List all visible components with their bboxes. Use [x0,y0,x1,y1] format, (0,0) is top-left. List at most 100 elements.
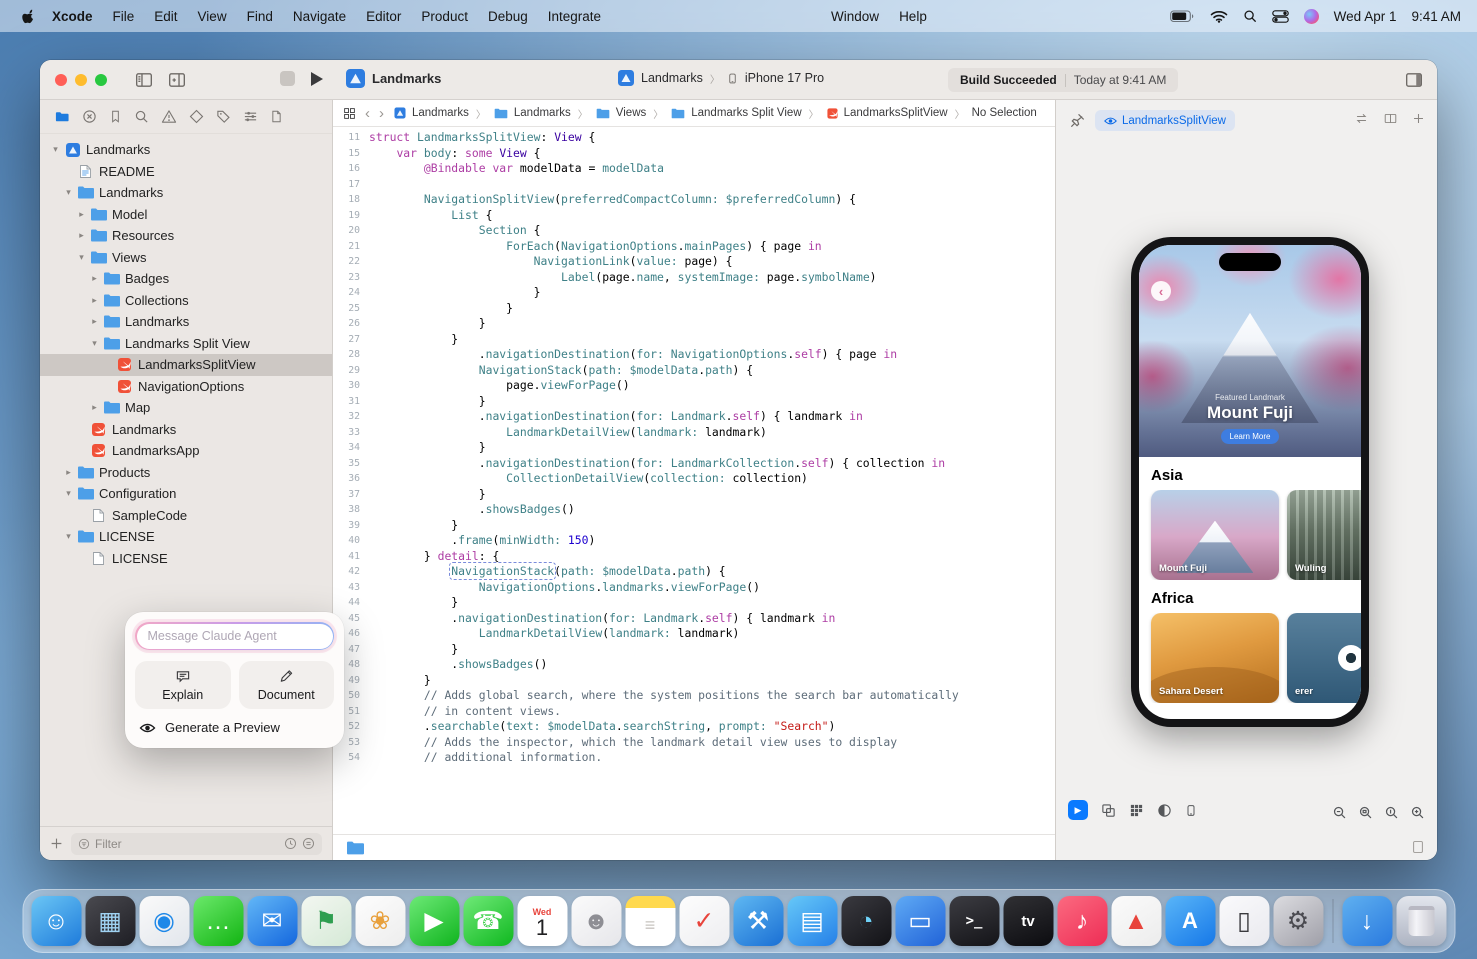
breadcrumb-item[interactable]: LandmarksSplitView [826,107,948,120]
menubar-time[interactable]: 9:41 AM [1411,9,1461,24]
live-preview-button[interactable]: ▶ [1068,800,1088,820]
menubar-date[interactable]: Wed Apr 1 [1334,9,1397,24]
code-line[interactable]: 52 .searchable(text: $modelData.searchSt… [333,719,1055,735]
code-line[interactable]: 18 NavigationSplitView(preferredCompactC… [333,192,1055,208]
code-line[interactable]: 30 page.viewForPage() [333,378,1055,394]
canvas-page-icon[interactable] [1411,840,1425,854]
code-line[interactable]: 54 // additional information. [333,750,1055,766]
file-tree-item[interactable]: NavigationOptions [40,376,332,398]
file-tree-item[interactable]: LandmarksApp [40,440,332,462]
disclosure-icon[interactable]: ▸ [87,273,102,284]
disclosure-icon[interactable]: ▾ [61,488,76,499]
file-tree-item[interactable]: ▸Collections [40,290,332,312]
zoom-out-icon[interactable] [1332,805,1347,820]
code-line[interactable]: 47 } [333,642,1055,658]
code-line[interactable]: 41 } detail: { [333,549,1055,565]
breadcrumb-item[interactable]: No Selection [972,107,1037,119]
line-number[interactable]: 41 [333,549,369,565]
navigator-toggle-icon[interactable] [135,71,153,89]
explain-button[interactable]: Explain [135,661,231,709]
navigator-tab-docout-icon[interactable] [270,109,283,124]
navigator-tab-tag-icon[interactable] [216,109,231,124]
code-line[interactable]: 20 Section { [333,223,1055,239]
line-number[interactable]: 23 [333,270,369,286]
siri-icon[interactable] [1304,9,1319,24]
line-number[interactable]: 33 [333,425,369,441]
source-editor[interactable]: 11struct LandmarksSplitView: View {15 va… [333,127,1055,834]
file-tree-item[interactable]: ▾Landmarks [40,139,332,161]
dock-terminal-icon[interactable]: >_ [949,896,999,946]
navigator-tab-navfolder-icon[interactable] [54,109,70,124]
grid-icon[interactable] [1129,803,1144,818]
forward-icon[interactable]: › [379,106,384,121]
dock-tv-icon[interactable]: tv [1003,896,1053,946]
device-settings-icon[interactable] [1185,803,1197,818]
spotlight-icon[interactable] [1243,9,1257,23]
control-center-icon[interactable] [1272,10,1289,23]
add-editor-icon[interactable] [168,71,186,89]
columns-icon[interactable] [1383,112,1398,125]
code-line[interactable]: 32 .navigationDestination(for: Landmark.… [333,409,1055,425]
line-number[interactable]: 21 [333,239,369,255]
dock-facetime-icon[interactable]: ▶ [409,896,459,946]
zoom-in-icon[interactable] [1410,805,1425,820]
navigator-tab-bookmark-icon[interactable] [109,109,122,124]
menu-edit[interactable]: Edit [144,9,187,24]
zoom-fit-icon[interactable] [1358,805,1373,820]
pin-icon[interactable] [1070,113,1085,128]
code-line[interactable]: 50 // Adds global search, where the syst… [333,688,1055,704]
line-number[interactable]: 37 [333,487,369,503]
related-items-icon[interactable] [343,107,356,120]
code-line[interactable]: 31 } [333,394,1055,410]
scm-filter-icon[interactable] [302,837,315,850]
file-tree-item[interactable]: ▸Map [40,397,332,419]
file-tree-item[interactable]: ▸Products [40,462,332,484]
dock-downloads-icon[interactable]: ↓ [1342,896,1392,946]
document-button[interactable]: Document [239,661,335,709]
dock-transporter-icon[interactable]: ▲ [1111,896,1161,946]
dock-activity-monitor-icon[interactable]: ◔ [841,896,891,946]
navigator-tab-magnifier-icon[interactable] [134,109,149,124]
disclosure-icon[interactable]: ▾ [48,144,63,155]
window-project-tab[interactable]: Landmarks [346,69,441,88]
battery-icon[interactable] [1170,10,1195,23]
dock-safari-icon[interactable]: ◉ [139,896,189,946]
apple-menu-icon[interactable] [16,8,42,25]
disclosure-icon[interactable]: ▾ [74,252,89,263]
code-line[interactable]: 40 .frame(minWidth: 150) [333,533,1055,549]
disclosure-icon[interactable]: ▾ [87,338,102,349]
line-number[interactable]: 40 [333,533,369,549]
file-tree-item[interactable]: SampleCode [40,505,332,527]
code-line[interactable]: 11struct LandmarksSplitView: View { [333,130,1055,146]
dock-app-store-icon[interactable]: A [1165,896,1215,946]
dock-settings-icon[interactable]: ⚙ [1273,896,1323,946]
dock-notes-icon[interactable]: ≡ [625,896,675,946]
line-number[interactable]: 18 [333,192,369,208]
dock-music-icon[interactable]: ♪ [1057,896,1107,946]
disclosure-icon[interactable]: ▾ [61,531,76,542]
plus-icon[interactable] [1412,112,1425,125]
scheme-selector[interactable]: Landmarks 〉 iPhone 17 Pro [618,70,824,86]
dock-reminders-icon[interactable]: ✓ [679,896,729,946]
line-number[interactable]: 42 [333,564,369,580]
line-number[interactable]: 36 [333,471,369,487]
code-line[interactable]: 28 .navigationDestination(for: Navigatio… [333,347,1055,363]
code-line[interactable]: 29 NavigationStack(path: $modelData.path… [333,363,1055,379]
dock-messages-icon[interactable]: … [193,896,243,946]
breadcrumb-item[interactable]: Views [595,107,646,120]
code-line[interactable]: 35 .navigationDestination(for: LandmarkC… [333,456,1055,472]
file-tree-item[interactable]: ▸Badges [40,268,332,290]
line-number[interactable]: 28 [333,347,369,363]
dock-finder-icon[interactable]: ☺ [31,896,81,946]
code-line[interactable]: 42 NavigationStack(path: $modelData.path… [333,564,1055,580]
file-tree-item[interactable]: ▾Landmarks Split View [40,333,332,355]
code-line[interactable]: 16 @Bindable var modelData = modelData [333,161,1055,177]
line-number[interactable]: 34 [333,440,369,456]
code-line[interactable]: 51 // in content views. [333,704,1055,720]
navigator-tab-diamond-icon[interactable] [189,109,204,124]
line-number[interactable]: 31 [333,394,369,410]
line-number[interactable]: 38 [333,502,369,518]
line-number[interactable]: 30 [333,378,369,394]
preview-tab[interactable]: LandmarksSplitView [1095,110,1235,131]
recents-filter-icon[interactable] [284,837,297,850]
